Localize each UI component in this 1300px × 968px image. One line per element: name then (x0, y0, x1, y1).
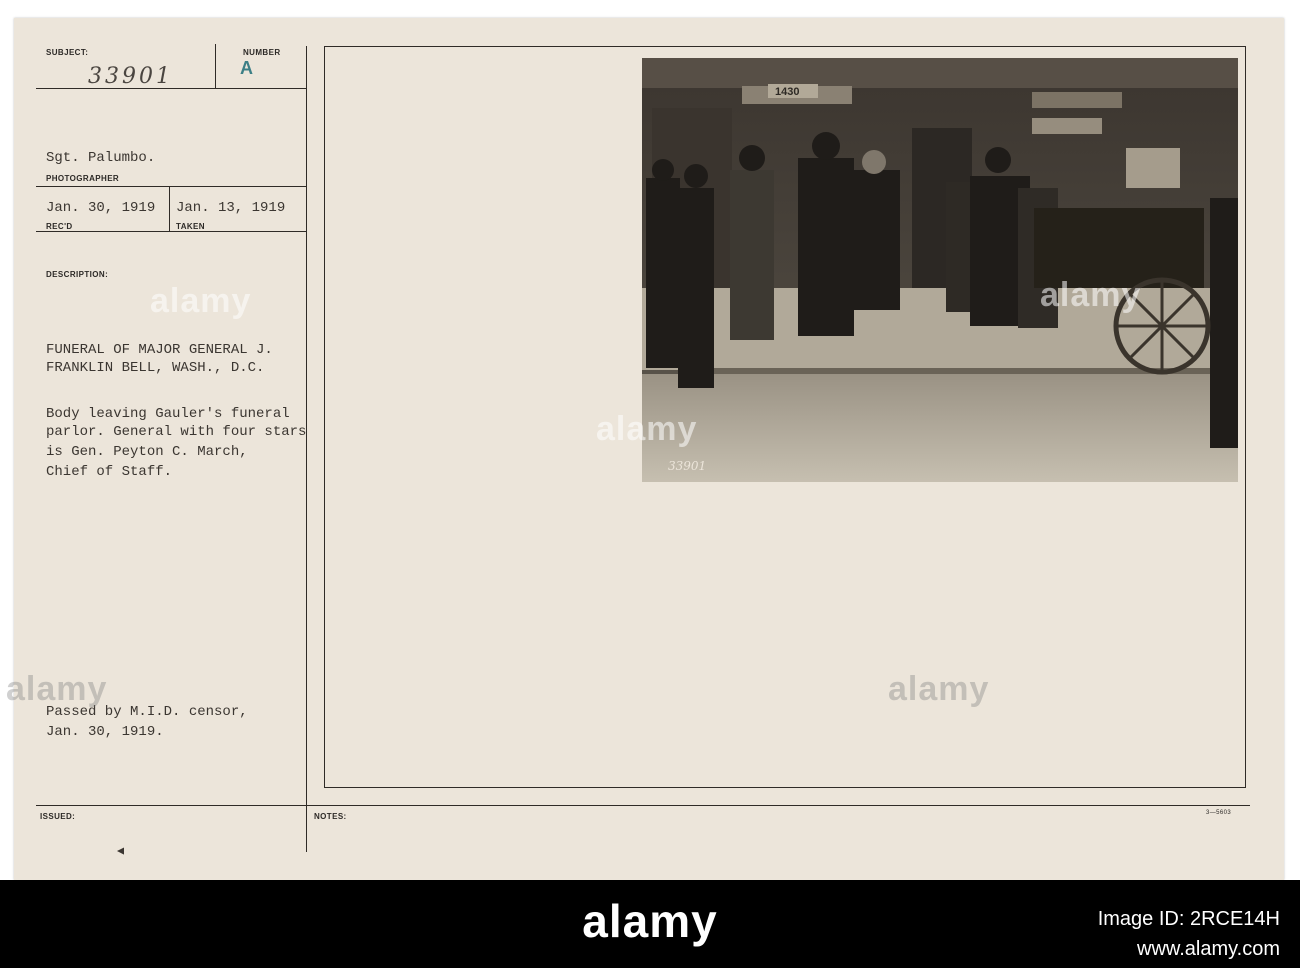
photograph: 1430 33901 (642, 58, 1238, 482)
form-rule-bottom (36, 805, 1250, 806)
photographer-label: PHOTOGRAPHER (46, 174, 120, 183)
description-body-line-1: Body leaving Gauler's funeral (46, 406, 290, 422)
form-number: 3—5603 (1206, 810, 1232, 816)
form-rule-date-divider (169, 187, 170, 231)
censor-line-2: Jan. 30, 1919. (46, 724, 164, 740)
description-label: DESCRIPTION: (46, 270, 109, 279)
footer-info: Image ID: 2RCE14H www.alamy.com (1098, 904, 1280, 964)
triangle-mark-icon: ▲ (112, 845, 127, 857)
form-rule-photographer (36, 186, 306, 187)
site-url: www.alamy.com (1137, 938, 1280, 960)
funeral-photo-scene: 1430 33901 (642, 58, 1238, 482)
description-title-line-1: FUNERAL OF MAJOR GENERAL J. (46, 342, 273, 358)
watermark-photo: alamy (596, 410, 698, 448)
notes-label: NOTES: (314, 812, 347, 821)
subject-label: SUBJECT: (46, 48, 89, 57)
number-stamp: A (240, 58, 253, 78)
form-rule-left-vertical (306, 46, 307, 852)
description-body-line-2: parlor. General with four stars (46, 424, 307, 440)
watermark-bottom-left: alamy (6, 670, 108, 708)
photo-caption-number: 33901 (668, 459, 706, 473)
issued-label: ISSUED: (40, 812, 76, 821)
watermark-bottom-right: alamy (888, 670, 990, 708)
image-id: Image ID: 2RCE14H (1097, 908, 1280, 930)
taken-label: TAKEN (176, 222, 205, 231)
photographer-name: Sgt. Palumbo. (46, 150, 156, 166)
description-body-line-4: Chief of Staff. (46, 464, 173, 480)
form-rule-subject-divider (215, 44, 216, 88)
taken-date: Jan. 13, 1919 (176, 200, 286, 216)
watermark-left: alamy (150, 282, 252, 320)
subject-number: 33901 (88, 64, 173, 89)
form-rule-dates (36, 231, 306, 232)
watermark-photo-right: alamy (1040, 276, 1142, 314)
description-body-line-3: is Gen. Peyton C. March, (46, 444, 248, 460)
number-label: NUMBER (243, 48, 281, 57)
received-label: REC'D (46, 222, 73, 231)
shop-sign-number: 1430 (775, 86, 799, 98)
received-date: Jan. 30, 1919 (46, 200, 156, 216)
description-title-line-2: FRANKLIN BELL, WASH., D.C. (46, 360, 265, 376)
